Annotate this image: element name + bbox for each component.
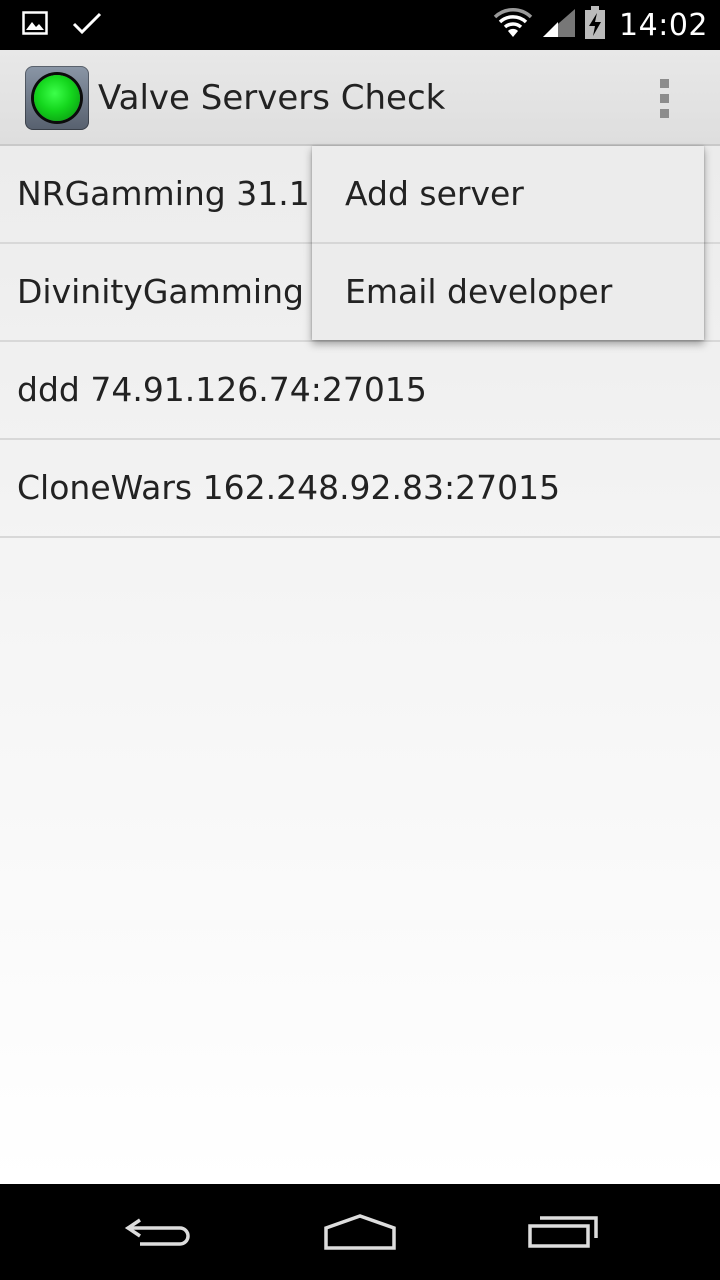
navigation-bar: [0, 1184, 720, 1280]
status-bar: 14:02: [0, 0, 720, 50]
action-bar: Valve Servers Check: [0, 50, 720, 146]
battery-charging-icon: [583, 6, 607, 44]
check-notification-icon: [72, 11, 102, 39]
home-icon[interactable]: [312, 1208, 408, 1256]
overflow-menu-icon[interactable]: [640, 70, 688, 126]
overflow-dot: [659, 93, 669, 103]
green-led-icon[interactable]: [25, 66, 89, 130]
server-row-ddd[interactable]: ddd 74.91.126.74:27015: [0, 342, 720, 440]
recents-icon[interactable]: [514, 1208, 610, 1256]
signal-icon: [539, 7, 577, 43]
app-title: Valve Servers Check: [98, 78, 446, 118]
overflow-dot: [659, 78, 669, 88]
wifi-icon: [493, 7, 533, 43]
menu-item-email-developer[interactable]: Email developer: [312, 242, 704, 340]
status-clock: 14:02: [619, 7, 708, 43]
image-notification-icon: [22, 11, 48, 39]
back-icon[interactable]: [112, 1208, 208, 1256]
overflow-popup-menu: Add server Email developer: [312, 146, 704, 340]
overflow-dot: [659, 108, 669, 118]
server-row-clonewars[interactable]: CloneWars 162.248.92.83:27015: [0, 440, 720, 538]
led-indicator: [34, 75, 80, 121]
menu-item-add-server[interactable]: Add server: [312, 146, 704, 242]
